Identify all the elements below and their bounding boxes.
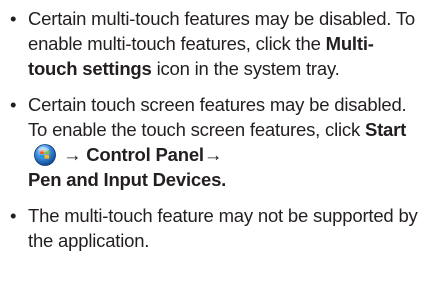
bullet-text: Certain touch screen features may be dis… bbox=[28, 94, 407, 140]
bullet-point: • bbox=[10, 205, 17, 226]
bullet-list: • Certain multi-touch features may be di… bbox=[10, 6, 420, 264]
list-item: • The multi-touch feature may not be sup… bbox=[10, 203, 420, 253]
arrow-separator: → bbox=[58, 144, 87, 165]
bullet-text: The multi-touch feature may not be suppo… bbox=[28, 205, 418, 251]
list-item: • Certain touch screen features may be d… bbox=[10, 92, 420, 192]
control-panel-label: Control Panel→ bbox=[86, 144, 223, 165]
start-label: Start bbox=[364, 119, 407, 140]
bullet-text: icon in the system tray. bbox=[151, 58, 340, 79]
bullet-point: • bbox=[10, 8, 17, 29]
list-item: • Certain multi-touch features may be di… bbox=[10, 6, 420, 81]
windows-start-orb-icon bbox=[34, 144, 56, 166]
pen-input-devices-label: Pen and Input Devices. bbox=[28, 169, 227, 190]
bullet-point: • bbox=[10, 94, 17, 115]
